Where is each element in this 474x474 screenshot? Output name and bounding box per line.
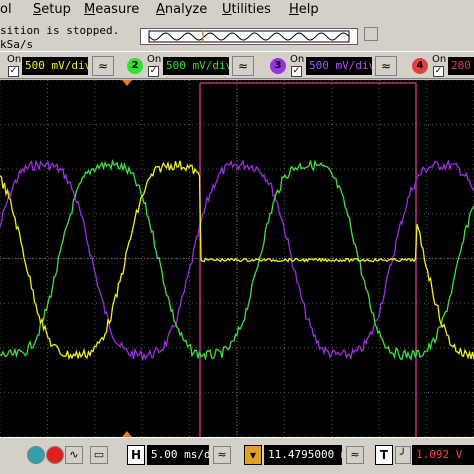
channel-2-on-label: On <box>147 54 162 65</box>
channel-2-coupling-icon[interactable]: ≈ <box>232 56 254 76</box>
horizontal-scale[interactable]: 5.00 ms/div <box>147 445 209 465</box>
menu-analyze[interactable]: Analyze <box>156 2 207 17</box>
channel-2-scale[interactable]: 500 mV/div <box>163 57 229 75</box>
menu-help-accel: H <box>289 2 299 17</box>
menu-control-label: ol <box>0 2 12 17</box>
trigger-position-marker <box>122 80 132 86</box>
acquisition-status: sition is stopped. <box>0 24 120 37</box>
record-icon[interactable] <box>46 446 64 464</box>
delay-marker-icon: ▾ <box>244 445 262 465</box>
channel-3-on-label: On <box>290 54 305 65</box>
menu-measure-rest: easure <box>95 2 140 17</box>
zoom-icon[interactable]: ▭ <box>90 446 108 464</box>
overview-button-left[interactable] <box>364 27 378 41</box>
channel-4-on-label: On <box>432 54 447 65</box>
scope-display[interactable] <box>0 80 474 437</box>
menu-help[interactable]: Help <box>289 2 319 17</box>
channel-bar: On ✓ 500 mV/div ≈ 2 On ✓ 500 mV/div ≈ 3 … <box>0 51 474 79</box>
channel-2-checkbox[interactable]: ✓ <box>148 66 159 77</box>
trigger-slope-icon[interactable]: ╯ <box>395 446 411 464</box>
channel-1-scale[interactable]: 500 mV/div <box>22 57 88 75</box>
trigger-label: T <box>375 445 393 465</box>
menu-utilities-rest: tilities <box>231 2 271 17</box>
menu-bar: ol Setup Measure Analyze Utilities Help <box>0 0 474 21</box>
channel-1-checkbox[interactable]: ✓ <box>8 66 19 77</box>
menu-setup-rest: etup <box>41 2 71 17</box>
menu-help-rest: elp <box>298 2 319 17</box>
channel-3-number[interactable]: 3 <box>270 58 286 74</box>
horizontal-coupling-icon[interactable]: ≈ <box>213 446 231 464</box>
channel-2-number[interactable]: 2 <box>127 58 143 74</box>
menu-measure[interactable]: Measure <box>84 2 139 17</box>
channel-1-group: On ✓ 500 mV/div ≈ <box>0 54 117 78</box>
menu-analyze-accel: A <box>156 2 165 17</box>
menu-measure-accel: M <box>84 2 96 17</box>
channel-4-group: 4 On ✓ 200 r <box>412 54 474 78</box>
sample-rate: kSa/s <box>0 38 34 51</box>
status-row: sition is stopped. kSa/s <box>0 21 474 51</box>
waveform-plot <box>0 80 474 437</box>
channel-3-coupling-icon[interactable]: ≈ <box>375 56 397 76</box>
channel-1-on-label: On <box>7 54 22 65</box>
channel-3-group: 3 On ✓ 500 mV/div ≈ <box>270 54 400 78</box>
menu-utilities[interactable]: Utilities <box>222 2 271 17</box>
trigger-level[interactable]: 1.092 V <box>412 445 474 465</box>
horizontal-label: H <box>127 445 145 465</box>
menu-control[interactable]: ol <box>0 2 12 17</box>
menu-analyze-rest: nalyze <box>164 2 208 17</box>
bottom-bar: ∿ ▭ H 5.00 ms/div ≈ ▾ 11.4795000 ms ≈ T … <box>0 437 474 474</box>
run-stop-icon[interactable] <box>27 446 45 464</box>
menu-utilities-accel: U <box>222 2 232 17</box>
waveform-overview-icon <box>148 30 350 43</box>
grid <box>0 80 474 437</box>
channel-4-scale[interactable]: 200 r <box>448 57 474 75</box>
channel-4-number[interactable]: 4 <box>412 58 428 74</box>
waveform-overview[interactable] <box>140 28 358 45</box>
channel-2-group: 2 On ✓ 500 mV/div ≈ <box>127 54 257 78</box>
delay-adjust-icon[interactable]: ≈ <box>346 446 364 464</box>
channel-1-coupling-icon[interactable]: ≈ <box>92 56 114 76</box>
menu-setup[interactable]: Setup <box>33 2 71 17</box>
delay-value[interactable]: 11.4795000 ms <box>264 445 342 465</box>
channel-4-checkbox[interactable]: ✓ <box>433 66 444 77</box>
channel-3-checkbox[interactable]: ✓ <box>291 66 302 77</box>
waveform-icon[interactable]: ∿ <box>65 446 83 464</box>
channel-3-scale[interactable]: 500 mV/div <box>306 57 372 75</box>
